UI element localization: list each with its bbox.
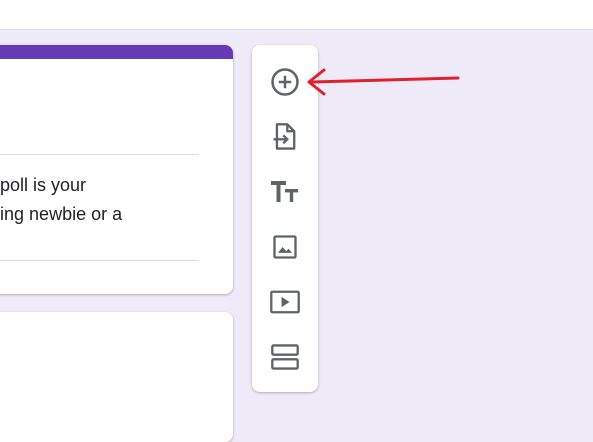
form-description[interactable]: ef poll is your oding newbie or a: [0, 171, 220, 229]
add-question-button[interactable]: [265, 62, 305, 102]
add-video-button[interactable]: [265, 282, 305, 322]
form-description-line: ef poll is your: [0, 175, 87, 195]
import-icon: [273, 123, 296, 150]
title-divider: [0, 154, 199, 155]
title-text-icon: [271, 181, 298, 202]
form-title-card[interactable]: ef poll is your oding newbie or a: [0, 45, 233, 294]
video-icon: [270, 290, 300, 314]
add-section-button[interactable]: [265, 337, 305, 377]
top-bar: [0, 0, 593, 30]
add-title-button[interactable]: [265, 172, 305, 212]
section-icon: [271, 344, 299, 370]
add-image-button[interactable]: [265, 227, 305, 267]
annotation-arrow: [307, 68, 460, 96]
form-description-line: oding newbie or a: [0, 204, 123, 224]
add-circle-icon: [271, 68, 299, 96]
image-icon: [273, 235, 297, 259]
theme-accent-bar: [0, 45, 233, 59]
question-card[interactable]: [0, 312, 233, 442]
description-divider: [0, 260, 199, 261]
import-questions-button[interactable]: [265, 117, 305, 157]
